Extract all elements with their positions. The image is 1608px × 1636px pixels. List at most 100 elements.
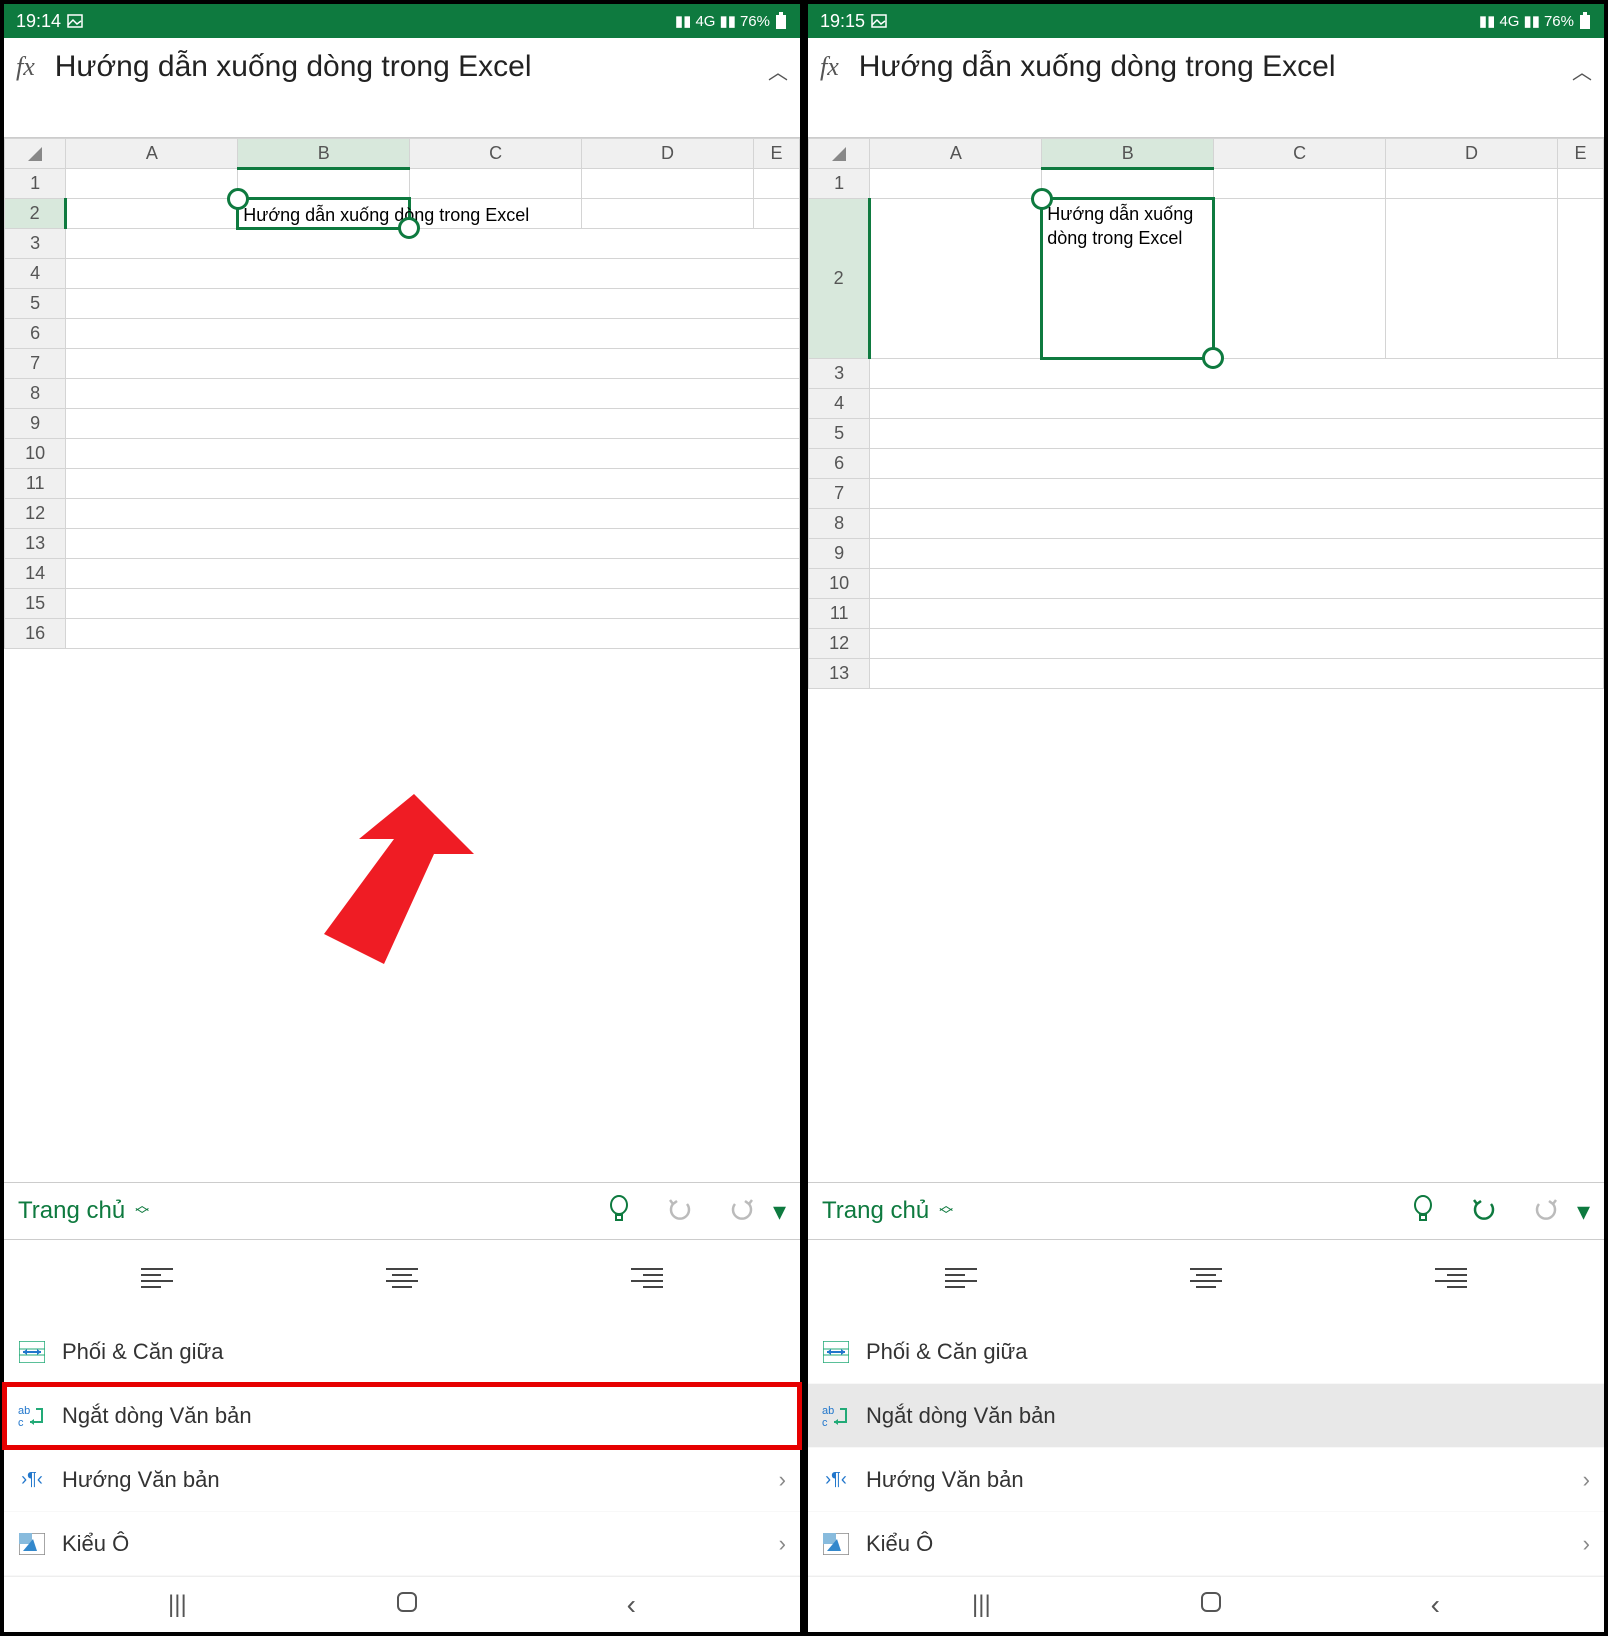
chevron-updown-icon[interactable]: ︿﹀ — [135, 1201, 149, 1221]
grid-corner[interactable] — [809, 139, 870, 169]
col-header-c[interactable]: C — [410, 139, 582, 169]
nav-back-icon[interactable]: ‹ — [1431, 1589, 1440, 1621]
row-header[interactable]: 8 — [5, 379, 66, 409]
cell[interactable] — [66, 439, 800, 469]
cell-style-button[interactable]: Kiểu Ô › — [808, 1512, 1604, 1576]
col-header-c[interactable]: C — [1214, 139, 1386, 169]
selection-handle-br[interactable] — [398, 217, 420, 239]
chevron-updown-icon[interactable]: ︿﹀ — [939, 1201, 953, 1221]
cell[interactable] — [66, 379, 800, 409]
cell[interactable] — [1214, 199, 1386, 359]
cell[interactable] — [66, 589, 800, 619]
cell[interactable] — [870, 569, 1604, 599]
wrap-text-button[interactable]: abc Ngắt dòng Văn bản — [4, 1384, 800, 1448]
row-header[interactable]: 13 — [5, 529, 66, 559]
cell[interactable] — [1386, 169, 1558, 199]
chevron-up-icon[interactable]: ︿ — [768, 56, 788, 85]
more-dropdown-icon[interactable]: ▾ — [1577, 1196, 1590, 1227]
cell[interactable] — [870, 509, 1604, 539]
row-header[interactable]: 10 — [809, 569, 870, 599]
merge-center-button[interactable]: Phối & Căn giữa — [4, 1320, 800, 1384]
row-header[interactable]: 6 — [5, 319, 66, 349]
cell[interactable] — [1214, 169, 1386, 199]
align-left-button[interactable] — [141, 1266, 173, 1295]
more-dropdown-icon[interactable]: ▾ — [773, 1196, 786, 1227]
cell[interactable] — [870, 479, 1604, 509]
cell[interactable] — [582, 199, 754, 229]
row-header[interactable]: 12 — [5, 499, 66, 529]
cell[interactable] — [1042, 169, 1214, 199]
row-header[interactable]: 11 — [5, 469, 66, 499]
formula-bar[interactable]: fx Hướng dẫn xuống dòng trong Excel ︿ — [4, 38, 800, 138]
cell[interactable] — [870, 659, 1604, 689]
row-header[interactable]: 15 — [5, 589, 66, 619]
row-header[interactable]: 7 — [5, 349, 66, 379]
spreadsheet-grid[interactable]: A B C D E 1 2 Hướng dẫn xuống dòng trong… — [4, 138, 800, 1182]
cell[interactable] — [66, 259, 800, 289]
nav-back-icon[interactable]: ‹ — [627, 1589, 636, 1621]
cell[interactable] — [870, 199, 1042, 359]
formula-bar[interactable]: fx Hướng dẫn xuống dòng trong Excel ︿ — [808, 38, 1604, 138]
col-header-a[interactable]: A — [870, 139, 1042, 169]
cell[interactable] — [582, 169, 754, 199]
ribbon-tab-name[interactable]: Trang chủ — [822, 1197, 929, 1225]
spreadsheet-grid[interactable]: A B C D E 1 2 Hướng dẫn xuống dòng trong… — [808, 138, 1604, 1182]
nav-home-icon[interactable] — [395, 1590, 419, 1619]
undo-icon[interactable] — [1471, 1196, 1497, 1227]
cell[interactable] — [238, 169, 410, 199]
chevron-up-icon[interactable]: ︿ — [1572, 56, 1592, 85]
col-header-a[interactable]: A — [66, 139, 238, 169]
row-header[interactable]: 16 — [5, 619, 66, 649]
cell[interactable] — [1557, 169, 1603, 199]
cell[interactable] — [870, 359, 1604, 389]
cell[interactable] — [870, 599, 1604, 629]
text-direction-button[interactable]: ›¶‹ Hướng Văn bản › — [808, 1448, 1604, 1512]
row-header[interactable]: 1 — [5, 169, 66, 199]
cell[interactable] — [66, 199, 238, 229]
cell[interactable] — [870, 449, 1604, 479]
lightbulb-icon[interactable] — [1411, 1195, 1435, 1228]
grid-corner[interactable] — [5, 139, 66, 169]
nav-home-icon[interactable] — [1199, 1590, 1223, 1619]
row-header[interactable]: 3 — [809, 359, 870, 389]
cell[interactable] — [753, 169, 799, 199]
cell[interactable] — [870, 389, 1604, 419]
cell-style-button[interactable]: Kiểu Ô › — [4, 1512, 800, 1576]
row-header[interactable]: 12 — [809, 629, 870, 659]
redo-icon[interactable] — [729, 1196, 755, 1227]
row-header[interactable]: 1 — [809, 169, 870, 199]
cell[interactable] — [753, 199, 799, 229]
row-header[interactable]: 7 — [809, 479, 870, 509]
cell-b2-selected[interactable]: Hướng dẫn xuống dòng trong Excel — [238, 199, 410, 229]
row-header[interactable]: 9 — [5, 409, 66, 439]
row-header[interactable]: 14 — [5, 559, 66, 589]
undo-icon[interactable] — [667, 1196, 693, 1227]
row-header[interactable]: 6 — [809, 449, 870, 479]
row-header[interactable]: 4 — [809, 389, 870, 419]
cell[interactable] — [66, 409, 800, 439]
lightbulb-icon[interactable] — [607, 1195, 631, 1228]
cell[interactable] — [870, 419, 1604, 449]
row-header[interactable]: 2 — [5, 199, 66, 229]
row-header[interactable]: 10 — [5, 439, 66, 469]
col-header-b[interactable]: B — [1042, 139, 1214, 169]
row-header[interactable]: 2 — [809, 199, 870, 359]
nav-recent-icon[interactable]: ||| — [972, 1591, 991, 1619]
selection-handle-br[interactable] — [1202, 347, 1224, 369]
cell[interactable] — [66, 559, 800, 589]
cell[interactable] — [66, 529, 800, 559]
cell[interactable] — [66, 229, 800, 259]
row-header[interactable]: 5 — [5, 289, 66, 319]
cell[interactable] — [870, 629, 1604, 659]
cell[interactable] — [410, 169, 582, 199]
text-direction-button[interactable]: ›¶‹ Hướng Văn bản › — [4, 1448, 800, 1512]
align-right-button[interactable] — [1435, 1266, 1467, 1295]
row-header[interactable]: 13 — [809, 659, 870, 689]
cell[interactable] — [870, 169, 1042, 199]
col-header-e[interactable]: E — [1557, 139, 1603, 169]
cell[interactable] — [1386, 199, 1558, 359]
cell[interactable] — [66, 319, 800, 349]
row-header[interactable]: 5 — [809, 419, 870, 449]
cell[interactable] — [66, 289, 800, 319]
row-header[interactable]: 3 — [5, 229, 66, 259]
